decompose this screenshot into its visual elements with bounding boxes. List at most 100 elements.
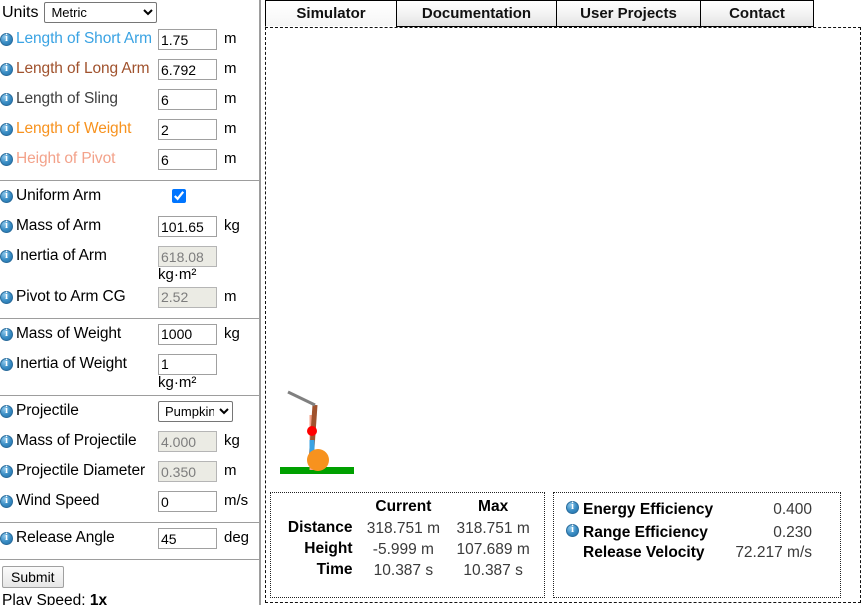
tab-label: User Projects xyxy=(580,5,677,22)
cell-max: 10.387 s xyxy=(463,561,523,579)
input-inertia_arm xyxy=(158,246,217,267)
info-icon[interactable] xyxy=(0,33,13,46)
units-row: Units MetricImperial xyxy=(0,0,259,27)
submit-row: Submit xyxy=(0,563,259,590)
info-icon[interactable] xyxy=(0,250,13,263)
input-height_pivot[interactable] xyxy=(158,149,217,170)
row-header: Distance xyxy=(287,519,353,536)
info-icon[interactable] xyxy=(0,405,13,418)
efficiency-row: Release Velocity 72.217 m/s xyxy=(560,543,834,563)
app-root: Units MetricImperial Length of Short Arm… xyxy=(0,0,863,605)
field-control-projectile: PumpkinStoneGolf BallCustom xyxy=(158,400,259,422)
field-control-inertia_weight: kg·m² xyxy=(158,353,259,392)
field-row-projectile: Projectile PumpkinStoneGolf BallCustom xyxy=(0,399,259,429)
field-row-len_long_arm: Length of Long Arm m xyxy=(0,57,259,87)
field-label-projectile: Projectile xyxy=(0,400,158,419)
tab-userprojects[interactable]: User Projects xyxy=(556,0,701,27)
field-label-text: Mass of Weight xyxy=(16,324,122,342)
info-icon[interactable] xyxy=(0,327,13,341)
input-len_long_arm[interactable] xyxy=(158,59,217,80)
tab-simulator[interactable]: Simulator xyxy=(265,0,397,27)
field-control-projectile_diameter: m xyxy=(158,460,259,482)
submit-button[interactable]: Submit xyxy=(2,566,64,588)
info-icon[interactable] xyxy=(0,495,13,508)
info-icon[interactable] xyxy=(0,190,13,203)
trajectory-results-box: Current Max Distance 318.751 m 318.751 m Hei… xyxy=(270,492,545,598)
unit-wind_speed: m/s xyxy=(224,492,249,509)
table-row: Height -5.999 m 107.689 m xyxy=(277,539,538,560)
info-icon[interactable] xyxy=(0,532,13,545)
info-icon[interactable] xyxy=(0,465,13,478)
info-icon[interactable] xyxy=(0,153,13,166)
field-control-pivot_to_arm_cg: m xyxy=(158,286,259,308)
info-icon[interactable] xyxy=(0,290,13,304)
trebuchet-drawing xyxy=(280,390,354,474)
field-row-pivot_to_arm_cg: Pivot to Arm CG m xyxy=(0,285,259,315)
unit-inertia_arm: kg·m² xyxy=(158,266,197,283)
field-label-text: Inertia of Weight xyxy=(16,354,127,372)
field-label-text: Length of Long Arm xyxy=(16,60,150,77)
field-row-inertia_weight: Inertia of Weight kg·m² xyxy=(0,352,259,393)
simulation-canvas[interactable] xyxy=(266,28,860,485)
units-select[interactable]: MetricImperial xyxy=(44,2,158,23)
efficiency-row: Range Efficiency 0.230 xyxy=(560,520,834,543)
tab-label: Contact xyxy=(729,5,785,22)
info-icon[interactable] xyxy=(0,63,13,76)
input-release_angle[interactable] xyxy=(158,528,217,549)
cell-max: 107.689 m xyxy=(456,540,530,558)
field-control-mass_weight: kg xyxy=(158,323,259,345)
field-label-text: Length of Short Arm xyxy=(16,30,152,47)
cell-current: -5.999 m xyxy=(372,540,434,558)
field-label-text: Mass of Projectile xyxy=(16,432,137,449)
projectile xyxy=(307,426,317,436)
field-control-len_short_arm: m xyxy=(158,28,259,50)
info-icon[interactable] xyxy=(0,220,13,233)
field-label-uniform_arm: Uniform Arm xyxy=(0,185,158,204)
row-header: Height xyxy=(304,540,353,557)
field-label-wind_speed: Wind Speed xyxy=(0,490,158,509)
cell-current: 318.751 m xyxy=(366,519,440,537)
input-mass_weight[interactable] xyxy=(158,323,217,345)
efficiency-value: 0.230 xyxy=(773,524,812,541)
field-control-inertia_arm: kg·m² xyxy=(158,245,259,284)
play-speed-value: 1x xyxy=(89,592,108,605)
field-row-uniform_arm: Uniform Arm xyxy=(0,184,259,214)
field-label-inertia_weight: Inertia of Weight xyxy=(0,353,158,372)
fields-container: Length of Short ArmmLength of Long ArmmL… xyxy=(0,27,259,560)
field-control-len_weight: m xyxy=(158,118,259,140)
input-len_short_arm[interactable] xyxy=(158,29,217,50)
simulation-area[interactable]: Current Max Distance 318.751 m 318.751 m Hei… xyxy=(265,27,861,603)
input-wind_speed[interactable] xyxy=(158,491,217,512)
info-icon[interactable] xyxy=(0,357,13,371)
field-label-mass_arm: Mass of Arm xyxy=(0,215,158,234)
input-len_weight[interactable] xyxy=(158,119,217,140)
input-inertia_weight[interactable] xyxy=(158,353,217,375)
column-header xyxy=(277,497,359,518)
efficiency-label: Range Efficiency xyxy=(583,524,708,541)
field-row-wind_speed: Wind Speed m/s xyxy=(0,489,259,519)
table-row: Time 10.387 s 10.387 s xyxy=(277,560,538,581)
divider xyxy=(0,522,259,523)
info-icon[interactable] xyxy=(0,123,13,136)
field-label-inertia_arm: Inertia of Arm xyxy=(0,245,158,264)
unit-len_sling: m xyxy=(224,90,237,107)
field-label-text: Projectile Diameter xyxy=(16,462,146,479)
field-control-len_long_arm: m xyxy=(158,58,259,80)
info-icon[interactable] xyxy=(566,501,579,514)
tab-contact[interactable]: Contact xyxy=(700,0,814,27)
info-icon[interactable] xyxy=(566,524,579,537)
info-icon[interactable] xyxy=(0,93,13,106)
select-projectile[interactable]: PumpkinStoneGolf BallCustom xyxy=(158,401,233,422)
input-mass_arm[interactable] xyxy=(158,216,217,237)
input-len_sling[interactable] xyxy=(158,89,217,110)
table-body: Distance 318.751 m 318.751 m Height -5.999 m… xyxy=(277,518,538,581)
unit-release_angle: deg xyxy=(224,529,250,546)
field-control-uniform_arm xyxy=(158,185,259,203)
input-projectile_diameter xyxy=(158,461,217,482)
efficiency-label: Release Velocity xyxy=(583,544,705,561)
table-row: Distance 318.751 m 318.751 m xyxy=(277,518,538,539)
field-label-len_short_arm: Length of Short Arm xyxy=(0,28,158,47)
checkbox-uniform_arm[interactable] xyxy=(172,189,186,203)
info-icon[interactable] xyxy=(0,435,13,448)
tab-documentation[interactable]: Documentation xyxy=(396,0,557,27)
